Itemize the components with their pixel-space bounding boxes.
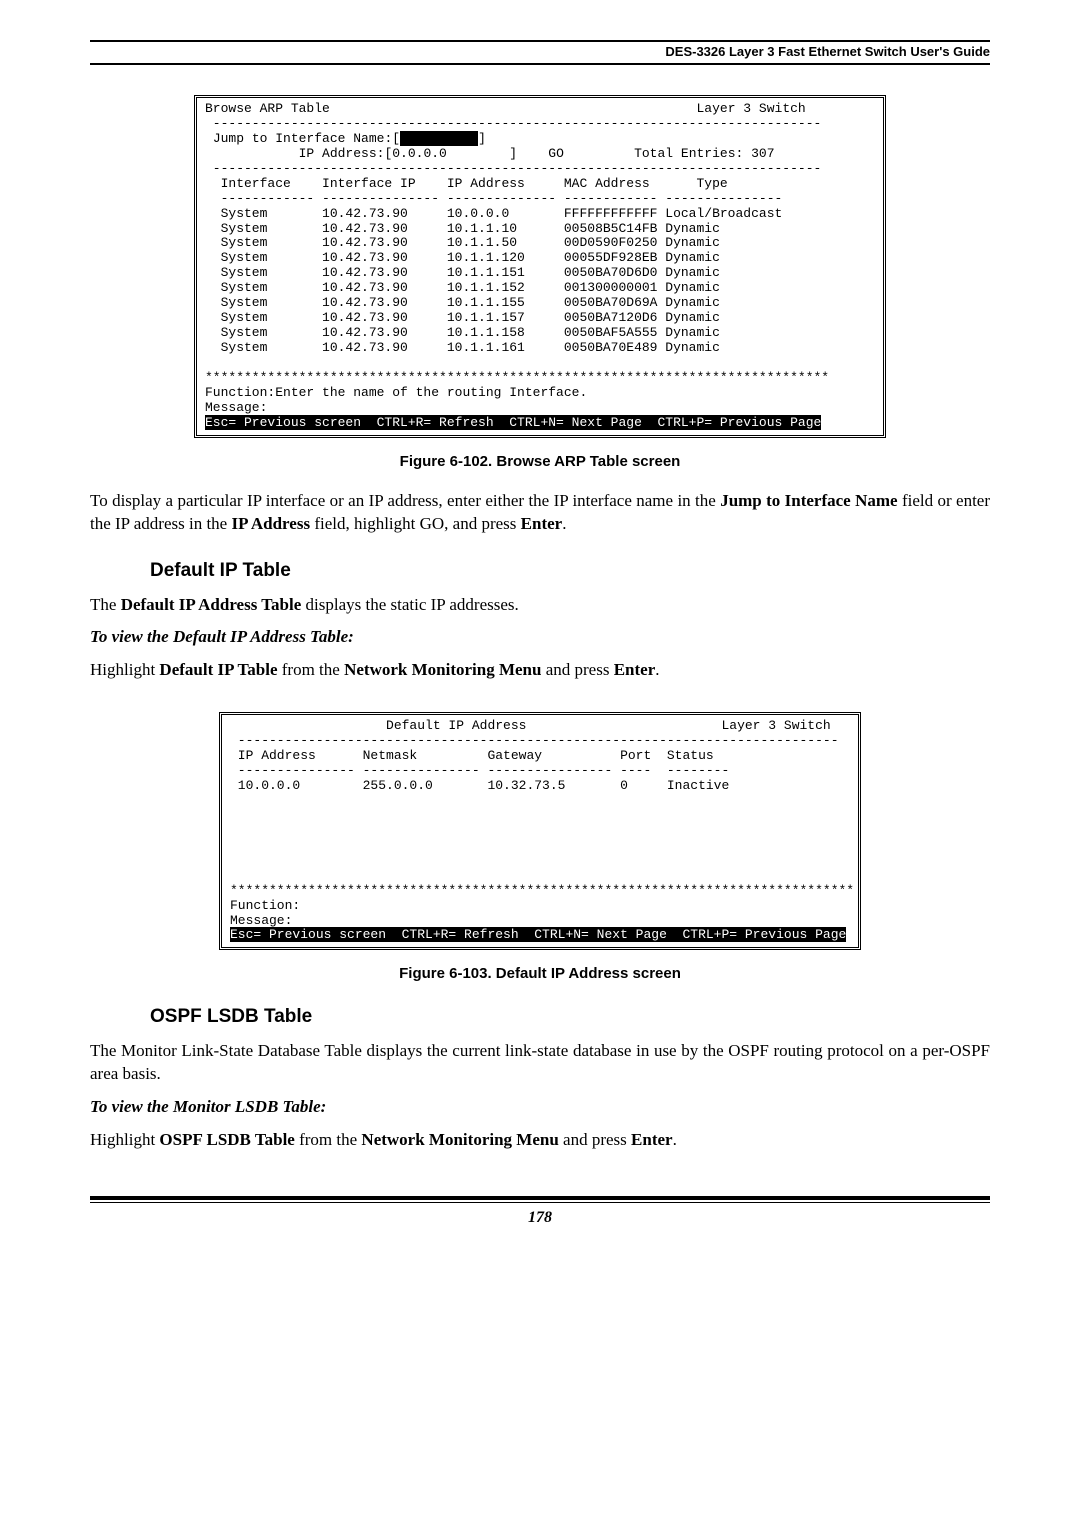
page-number: 178 <box>90 1209 990 1227</box>
para-highlight-default: Highlight Default IP Table from the Netw… <box>90 659 990 682</box>
heading-ospf: OSPF LSDB Table <box>150 1006 990 1028</box>
table-row: System 10.42.73.90 10.1.1.151 0050BA70D6… <box>205 265 720 280</box>
text-bold: Enter <box>521 514 563 533</box>
arp-headings: Interface Interface IP IP Address MAC Ad… <box>205 176 728 191</box>
text: To display a particular IP interface or … <box>90 491 720 510</box>
default-ip-title: Default IP Address Layer 3 Switch <box>230 718 831 733</box>
table-row: System 10.42.73.90 10.1.1.152 0013000000… <box>205 280 720 295</box>
table-row: System 10.42.73.90 10.1.1.158 0050BAF5A5… <box>205 325 720 340</box>
table-row: System 10.42.73.90 10.1.1.161 0050BA70E4… <box>205 340 720 355</box>
message-line: Message: <box>230 913 292 928</box>
footer-rule <box>90 1196 990 1203</box>
para-display-ip: To display a particular IP interface or … <box>90 490 990 536</box>
table-row: System 10.42.73.90 10.0.0.0 FFFFFFFFFFFF… <box>205 206 782 221</box>
table-row: 10.0.0.0 255.0.0.0 10.32.73.5 0 Inactive <box>230 778 729 793</box>
text: Highlight <box>90 1130 159 1149</box>
heading-default-ip: Default IP Table <box>150 560 990 582</box>
text-bold: Enter <box>631 1130 673 1149</box>
jump-label: Jump to Interface Name:[ <box>213 131 400 146</box>
function-line: Function: <box>230 898 300 913</box>
status-bar: Esc= Previous screen CTRL+R= Refresh CTR… <box>205 415 821 430</box>
text-bold: Default IP Table <box>159 660 277 679</box>
table-row: System 10.42.73.90 10.1.1.10 00508B5C14F… <box>205 221 720 236</box>
text: and press <box>559 1130 631 1149</box>
figure-caption-2: Figure 6-103. Default IP Address screen <box>90 965 990 982</box>
text-bold: Enter <box>614 660 656 679</box>
default-ip-terminal: Default IP Address Layer 3 Switch ------… <box>219 712 861 950</box>
text: and press <box>541 660 613 679</box>
text: Highlight <box>90 660 159 679</box>
text: displays the static IP addresses. <box>301 595 519 614</box>
status-bar: Esc= Previous screen CTRL+R= Refresh CTR… <box>230 927 846 942</box>
figure-caption-1: Figure 6-102. Browse ARP Table screen <box>90 453 990 470</box>
arp-title-right: Layer 3 Switch <box>697 101 806 116</box>
star-sep: ****************************************… <box>230 883 854 898</box>
text: field, highlight GO, and press <box>310 514 521 533</box>
default-ip-dashes: --------------- --------------- --------… <box>230 763 729 778</box>
table-row: System 10.42.73.90 10.1.1.50 00D0590F025… <box>205 235 720 250</box>
text-bold: OSPF LSDB Table <box>159 1130 294 1149</box>
para-to-view-lsdb: To view the Monitor LSDB Table: <box>90 1096 990 1119</box>
interface-name-input[interactable] <box>400 131 478 146</box>
function-line: Function:Enter the name of the routing I… <box>205 385 587 400</box>
jump-close: ] <box>478 131 486 146</box>
arp-title-left: Browse ARP Table <box>205 101 330 116</box>
table-row: System 10.42.73.90 10.1.1.120 00055DF928… <box>205 250 720 265</box>
text-bold: Default IP Address Table <box>121 595 302 614</box>
text-bold: Network Monitoring Menu <box>361 1130 558 1149</box>
para-to-view-default: To view the Default IP Address Table: <box>90 626 990 649</box>
table-row: System 10.42.73.90 10.1.1.155 0050BA70D6… <box>205 295 720 310</box>
default-ip-headings: IP Address Netmask Gateway Port Status <box>230 748 714 763</box>
text-bold: Jump to Interface Name <box>720 491 897 510</box>
para-default-ip-desc: The Default IP Address Table displays th… <box>90 594 990 617</box>
text: from the <box>278 660 345 679</box>
text: from the <box>295 1130 362 1149</box>
text-bold: Network Monitoring Menu <box>344 660 541 679</box>
ipaddr-line: IP Address:[0.0.0.0 ] GO Total Entries: … <box>299 146 775 161</box>
arp-table-terminal: Browse ARP Table Layer 3 Switch --------… <box>194 95 886 438</box>
star-sep: ****************************************… <box>205 370 829 385</box>
para-ospf-desc: The Monitor Link-State Database Table di… <box>90 1040 990 1086</box>
para-highlight-ospf: Highlight OSPF LSDB Table from the Netwo… <box>90 1129 990 1152</box>
arp-dashes: ------------ --------------- -----------… <box>205 191 782 206</box>
text: The <box>90 595 121 614</box>
text-bold: IP Address <box>231 514 310 533</box>
page-header: DES-3326 Layer 3 Fast Ethernet Switch Us… <box>90 44 990 65</box>
message-line: Message: <box>205 400 267 415</box>
table-row: System 10.42.73.90 10.1.1.157 0050BA7120… <box>205 310 720 325</box>
